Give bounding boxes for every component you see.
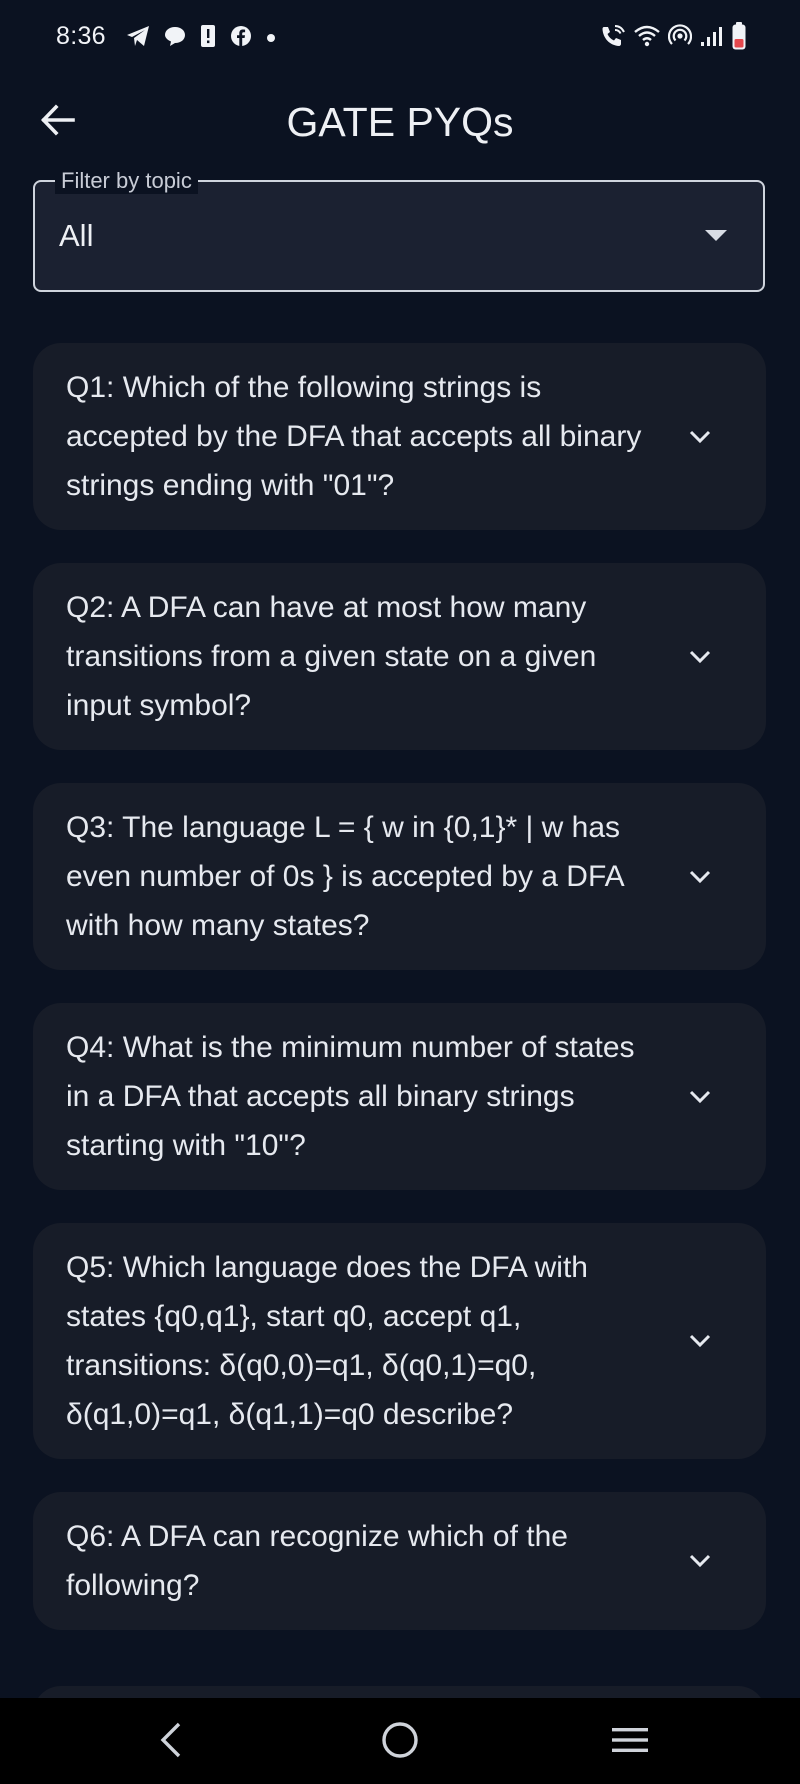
alert-icon — [200, 24, 216, 53]
filter-selected-value: All — [59, 218, 94, 253]
nav-back-button[interactable] — [140, 1714, 200, 1770]
question-card-q1[interactable]: Q1: Which of the following strings is ac… — [33, 343, 766, 530]
notification-icons — [126, 24, 276, 53]
nav-back-icon — [155, 1720, 185, 1765]
arrow-left-icon — [40, 102, 76, 143]
question-text: Q6: A DFA can recognize which of the fol… — [66, 1520, 568, 1602]
hotspot-icon — [667, 24, 693, 53]
chat-bubble-icon — [164, 25, 186, 52]
chevron-down-icon — [689, 1334, 711, 1348]
question-text: Q1: Which of the following strings is ac… — [66, 371, 642, 502]
nav-recents-button[interactable] — [600, 1714, 660, 1770]
question-card-q5[interactable]: Q5: Which language does the DFA with sta… — [33, 1223, 766, 1459]
chevron-down-icon — [689, 650, 711, 663]
facebook-icon — [230, 25, 252, 52]
cellular-signal-icon — [700, 25, 724, 52]
back-button[interactable] — [30, 94, 86, 150]
question-list: Q1: Which of the following strings is ac… — [33, 343, 766, 1663]
question-card-q6[interactable]: Q6: A DFA can recognize which of the fol… — [33, 1492, 766, 1630]
dot-icon — [266, 30, 276, 48]
nav-home-button[interactable] — [370, 1714, 430, 1770]
wifi-icon — [634, 25, 660, 52]
question-text: Q4: What is the minimum number of states… — [66, 1031, 635, 1162]
app-bar: GATE PYQs — [0, 74, 800, 164]
status-time: 8:36 — [56, 22, 106, 50]
question-card-q2[interactable]: Q2: A DFA can have at most how many tran… — [33, 563, 766, 750]
status-bar: 8:36 — [0, 0, 800, 74]
wifi-calling-icon — [600, 24, 626, 53]
system-navigation-bar — [0, 1698, 800, 1784]
dropdown-arrow-icon — [705, 230, 727, 241]
question-card-q4[interactable]: Q4: What is the minimum number of states… — [33, 1003, 766, 1190]
battery-low-icon — [732, 22, 746, 55]
telegram-icon — [126, 25, 150, 52]
nav-recents-icon — [610, 1724, 650, 1761]
nav-home-icon — [380, 1720, 420, 1765]
chevron-down-icon — [689, 1090, 711, 1103]
page-title: GATE PYQs — [286, 99, 514, 145]
chevron-down-icon — [689, 870, 711, 883]
filter-label: Filter by topic — [55, 168, 198, 194]
chevron-down-icon — [689, 1554, 711, 1568]
question-text: Q5: Which language does the DFA with sta… — [66, 1251, 588, 1431]
system-icons — [600, 22, 746, 55]
topic-filter-dropdown[interactable]: Filter by topic All — [33, 168, 765, 292]
question-text: Q2: A DFA can have at most how many tran… — [66, 591, 597, 722]
question-text: Q3: The language L = { w in {0,1}* | w h… — [66, 811, 623, 942]
chevron-down-icon — [689, 430, 711, 443]
question-card-q3[interactable]: Q3: The language L = { w in {0,1}* | w h… — [33, 783, 766, 970]
